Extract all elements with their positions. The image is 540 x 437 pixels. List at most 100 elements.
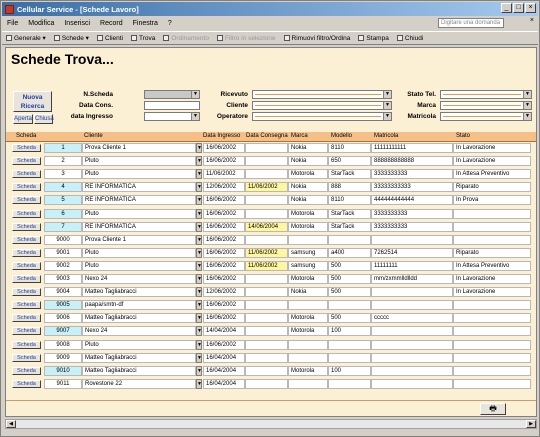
cell-ingresso[interactable]: 16/04/2004 xyxy=(203,378,245,389)
cell-ingresso[interactable]: 12/06/2002 xyxy=(203,287,245,298)
cell-cliente[interactable]: Prova Cliente 1 xyxy=(82,143,196,153)
operatore-combo[interactable]: ▼ xyxy=(252,112,392,121)
cell-ingresso[interactable]: 12/06/2002 xyxy=(203,182,245,193)
cell-ingresso[interactable]: 16/06/2002 xyxy=(203,300,245,311)
chevron-down-icon[interactable]: ▼ xyxy=(523,113,531,120)
cell-matricola[interactable]: ccccc xyxy=(371,313,453,324)
cell-modello[interactable] xyxy=(328,352,371,363)
cell-matricola[interactable]: 888888888888 xyxy=(371,156,453,167)
cell-modello[interactable]: 500 xyxy=(328,260,371,271)
open-scheda-button[interactable]: Scheda xyxy=(12,327,41,336)
cell-id[interactable]: 9011 xyxy=(44,378,82,389)
close-button[interactable]: × xyxy=(525,3,536,13)
cell-stato[interactable]: In Lavorazione xyxy=(453,274,531,284)
menu-record[interactable]: Record xyxy=(95,20,128,27)
cell-matricola[interactable] xyxy=(371,234,453,245)
chevron-down-icon[interactable]: ▼ xyxy=(196,260,202,271)
cell-id[interactable]: 9002 xyxy=(44,260,82,271)
chevron-down-icon[interactable]: ▼ xyxy=(383,102,391,109)
cell-id[interactable]: 9005 xyxy=(44,300,82,311)
cell-matricola[interactable]: mm/zxmmlldlldd xyxy=(371,274,453,284)
open-scheda-button[interactable]: Scheda xyxy=(12,301,41,310)
cell-cliente[interactable]: RE INFORMATICA xyxy=(82,195,196,206)
toolbar-item-8[interactable]: Chiudi xyxy=(393,34,427,42)
cell-consegna[interactable] xyxy=(245,287,288,298)
cell-cliente[interactable]: RE INFORMATICA xyxy=(82,182,196,193)
cell-cliente[interactable]: Rovestone 22 xyxy=(82,378,196,389)
cell-id[interactable]: 9010 xyxy=(44,365,82,376)
cell-marca[interactable]: Nokia xyxy=(288,182,328,193)
cell-ingresso[interactable]: 16/06/2002 xyxy=(203,247,245,258)
cell-marca[interactable] xyxy=(288,378,328,389)
cell-marca[interactable] xyxy=(288,300,328,311)
chiusa-button[interactable]: Chiusa xyxy=(34,114,54,124)
maximize-button[interactable]: □ xyxy=(513,3,524,13)
cell-consegna[interactable] xyxy=(245,208,288,219)
open-scheda-button[interactable]: Scheda xyxy=(12,196,41,205)
cell-id[interactable]: 9000 xyxy=(44,234,82,245)
cell-stato[interactable] xyxy=(453,208,531,219)
cell-modello[interactable]: 100 xyxy=(328,365,371,376)
cell-cliente[interactable]: Nexo 24 xyxy=(82,326,196,337)
cell-cliente[interactable]: Pluto xyxy=(82,260,196,271)
cell-id[interactable]: 7 xyxy=(44,221,82,232)
open-scheda-button[interactable]: Scheda xyxy=(12,235,41,244)
cell-stato[interactable] xyxy=(453,378,531,389)
toolbar-item-1[interactable]: Schede ▾ xyxy=(50,34,93,42)
cell-marca[interactable]: Nokia xyxy=(288,156,328,167)
cell-consegna[interactable] xyxy=(245,365,288,376)
chevron-down-icon[interactable]: ▼ xyxy=(196,326,202,337)
cell-id[interactable]: 9001 xyxy=(44,247,82,258)
cell-ingresso[interactable]: 16/06/2002 xyxy=(203,313,245,324)
close-document-button[interactable]: × xyxy=(530,17,534,24)
cell-stato[interactable] xyxy=(453,339,531,350)
chevron-down-icon[interactable]: ▼ xyxy=(523,91,531,98)
toolbar-item-0[interactable]: Generale ▾ xyxy=(2,34,50,42)
chevron-down-icon[interactable]: ▼ xyxy=(191,91,199,98)
cell-consegna[interactable]: 11/06/2002 xyxy=(245,182,288,193)
cell-modello[interactable]: 100 xyxy=(328,326,371,337)
cell-consegna[interactable]: 11/06/2002 xyxy=(245,247,288,258)
cell-stato[interactable] xyxy=(453,365,531,376)
open-scheda-button[interactable]: Scheda xyxy=(12,183,41,192)
cell-consegna[interactable] xyxy=(245,195,288,206)
cell-modello[interactable] xyxy=(328,378,371,389)
cell-modello[interactable]: StarTack xyxy=(328,169,371,180)
cell-ingresso[interactable]: 16/06/2002 xyxy=(203,221,245,232)
cell-stato[interactable]: In Prova xyxy=(453,195,531,206)
cell-consegna[interactable] xyxy=(245,234,288,245)
cell-consegna[interactable] xyxy=(245,169,288,180)
open-scheda-button[interactable]: Scheda xyxy=(12,222,41,231)
cell-stato[interactable]: In Lavorazione xyxy=(453,143,531,153)
cell-consegna[interactable] xyxy=(245,352,288,363)
cell-ingresso[interactable]: 14/04/2004 xyxy=(203,326,245,337)
cell-stato[interactable]: In Lavorazione xyxy=(453,156,531,167)
cell-consegna[interactable] xyxy=(245,156,288,167)
open-scheda-button[interactable]: Scheda xyxy=(12,275,41,283)
cell-cliente[interactable]: paapa/smtn-df xyxy=(82,300,196,311)
cell-stato[interactable] xyxy=(453,313,531,324)
cell-matricola[interactable]: 3333333333 xyxy=(371,169,453,180)
cell-consegna[interactable]: 11/06/2002 xyxy=(245,260,288,271)
n-scheda-field[interactable]: ▼ xyxy=(144,90,200,99)
chevron-down-icon[interactable]: ▼ xyxy=(196,300,202,311)
cell-ingresso[interactable]: 16/04/2004 xyxy=(203,365,245,376)
cell-cliente[interactable]: Nexo 24 xyxy=(82,274,196,284)
cell-matricola[interactable]: 7262514 xyxy=(371,247,453,258)
cell-consegna[interactable] xyxy=(245,378,288,389)
cell-marca[interactable]: Motorola xyxy=(288,313,328,324)
cell-cliente[interactable]: RE INFORMATICA xyxy=(82,221,196,232)
cell-consegna[interactable] xyxy=(245,143,288,153)
chevron-down-icon[interactable]: ▼ xyxy=(196,247,202,258)
toolbar-item-6[interactable]: Rimuovi filtro/Ordina xyxy=(280,34,355,42)
cell-marca[interactable]: Motorola xyxy=(288,326,328,337)
chevron-down-icon[interactable]: ▼ xyxy=(196,234,202,245)
cell-ingresso[interactable]: 11/06/2002 xyxy=(203,169,245,180)
ricevuto-combo[interactable]: ▼ xyxy=(252,90,392,99)
marca-combo[interactable]: ▼ xyxy=(440,101,532,110)
toolbar-item-5[interactable]: Filtro in selezione xyxy=(213,34,280,42)
cell-cliente[interactable]: Pluto xyxy=(82,247,196,258)
open-scheda-button[interactable]: Scheda xyxy=(12,170,41,179)
cell-cliente[interactable]: Pluto xyxy=(82,208,196,219)
cliente-combo[interactable]: ▼ xyxy=(252,101,392,110)
